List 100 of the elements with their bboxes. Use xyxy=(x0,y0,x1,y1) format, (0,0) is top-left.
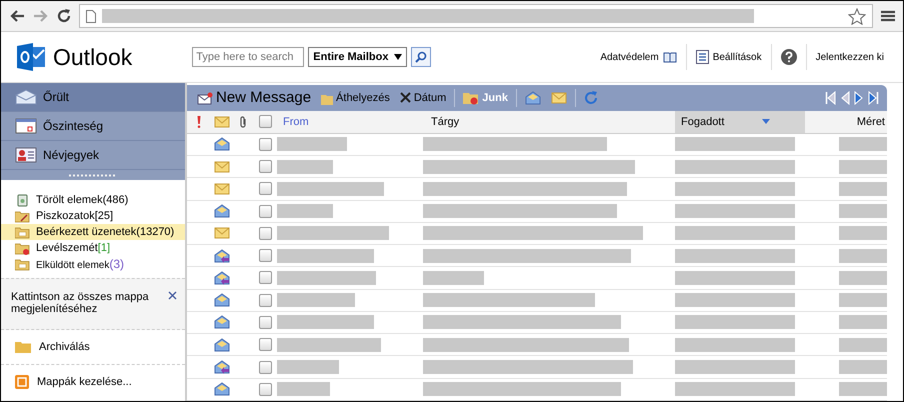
envelope-icon xyxy=(214,182,230,196)
close-icon[interactable] xyxy=(168,291,177,300)
row-checkbox[interactable] xyxy=(258,182,272,196)
app-title: Outlook xyxy=(53,44,132,70)
row-checkbox[interactable] xyxy=(258,204,272,218)
new-message-button[interactable]: New Message xyxy=(195,89,314,106)
envelope-icon xyxy=(214,160,230,174)
folder-blocked-icon xyxy=(463,90,480,105)
envelope-icon xyxy=(550,90,567,105)
scope-dropdown[interactable]: Entire Mailbox xyxy=(308,47,408,67)
archive-item[interactable]: Archiválás xyxy=(1,330,185,365)
redacted-text xyxy=(839,248,887,263)
row-checkbox[interactable] xyxy=(258,294,272,307)
row-checkbox[interactable] xyxy=(258,338,272,352)
row-checkbox[interactable] xyxy=(258,138,272,151)
show-all-folders-link[interactable]: Kattintson az összes mappa megjelenítéséhez xyxy=(11,291,164,315)
column-label: Méret xyxy=(856,116,885,128)
search-field[interactable]: Type here to search xyxy=(192,47,304,67)
folder-name: Levélszemét[1] xyxy=(36,242,110,254)
importance-icon[interactable] xyxy=(197,116,201,128)
mark-read-button[interactable] xyxy=(522,90,543,105)
folder-name: Elküldött elemek(3) xyxy=(36,257,124,271)
caret-icon xyxy=(394,54,402,60)
folder-name: Beérkezett üzenetek(13270) xyxy=(36,226,174,238)
header-link[interactable]: Adatvédelem xyxy=(591,44,686,70)
folder-item[interactable]: Beérkezett üzenetek(13270) xyxy=(1,224,185,240)
row-checkbox[interactable] xyxy=(258,316,272,329)
column-header[interactable]: Tárgy xyxy=(423,110,675,133)
redacted-text xyxy=(277,137,347,152)
column-header[interactable]: Fogadott xyxy=(675,110,805,133)
open-envelope-icon xyxy=(214,338,230,352)
envelope-icon xyxy=(214,114,230,129)
forward-arrow-icon[interactable] xyxy=(33,9,49,23)
header-link-label: Adatvédelem xyxy=(600,52,659,62)
manage-folders-item[interactable]: Mappák kezelése... xyxy=(1,365,185,399)
folder-icon xyxy=(15,341,31,353)
star-icon[interactable] xyxy=(848,8,866,24)
header-link[interactable]: Beállítások xyxy=(686,44,771,70)
column-header[interactable]: From xyxy=(277,110,423,133)
open-envelope-icon xyxy=(214,293,230,308)
folders-grid-icon xyxy=(15,375,29,389)
folder-count: (13270) xyxy=(136,226,174,238)
redacted-text xyxy=(839,160,887,174)
row-checkbox[interactable] xyxy=(258,160,272,174)
paperclip-icon[interactable] xyxy=(239,116,247,128)
open-envelope-arrow-icon xyxy=(214,360,230,374)
outlook-logo-icon xyxy=(17,43,47,71)
folder-envelope-icon xyxy=(15,258,30,270)
open-envelope-icon xyxy=(214,204,230,218)
open-envelope-icon xyxy=(524,90,541,105)
open-envelope-arrow-icon xyxy=(214,248,230,263)
folder-item[interactable]: Piszkozatok[25] xyxy=(1,208,185,224)
folder-item[interactable]: Törölt elemek(486) xyxy=(1,192,185,208)
folder-name: Törölt elemek(486) xyxy=(36,194,128,206)
folder-item[interactable]: Elküldött elemek(3) xyxy=(1,256,185,272)
redacted-text xyxy=(839,270,887,285)
mark-unread-button[interactable] xyxy=(548,90,569,105)
help-icon[interactable] xyxy=(780,49,797,65)
nav-label: Őszinteség xyxy=(43,119,104,133)
redacted-text xyxy=(839,226,887,240)
header-link[interactable]: Jelentkezzen ki xyxy=(806,44,893,70)
first-page-icon[interactable] xyxy=(825,90,837,105)
row-checkbox[interactable] xyxy=(258,382,272,396)
last-page-icon[interactable] xyxy=(867,90,879,105)
folder-envelope-icon xyxy=(15,226,30,238)
trash-can-icon xyxy=(15,194,30,206)
select-all-checkbox[interactable] xyxy=(258,115,272,128)
row-checkbox[interactable] xyxy=(258,271,272,284)
redacted-text xyxy=(277,204,333,218)
redacted-text xyxy=(839,204,887,218)
redacted-text xyxy=(277,382,330,396)
move-button[interactable]: Áthelyezés xyxy=(319,90,392,105)
search-button[interactable] xyxy=(411,47,432,67)
row-checkbox[interactable] xyxy=(258,249,272,262)
nav-item[interactable]: Névjegyek xyxy=(1,141,185,170)
redacted-text xyxy=(423,270,484,285)
redacted-text xyxy=(277,160,333,174)
redacted-text xyxy=(839,382,887,396)
grip-icon[interactable] xyxy=(69,174,117,176)
manage-folders-label: Mappák kezelése... xyxy=(37,376,132,388)
nav-item[interactable]: Őszinteség xyxy=(1,112,185,141)
envelope-icon xyxy=(15,89,37,105)
next-page-icon[interactable] xyxy=(853,90,865,105)
redacted-text xyxy=(839,338,887,352)
reload-icon[interactable] xyxy=(57,9,71,23)
row-checkbox[interactable] xyxy=(258,360,272,374)
redacted-text xyxy=(839,315,887,330)
menu-icon[interactable] xyxy=(881,10,895,22)
folder-name: Piszkozatok[25] xyxy=(36,210,114,222)
row-checkbox[interactable] xyxy=(258,226,272,240)
new-envelope-icon xyxy=(197,90,213,105)
open-envelope-arrow-icon xyxy=(214,270,230,285)
folder-count: [1] xyxy=(98,242,110,254)
prev-page-icon[interactable] xyxy=(839,90,851,105)
folder-item[interactable]: Levélszemét[1] xyxy=(1,240,185,256)
nav-item[interactable]: Őrült xyxy=(1,83,185,112)
delete-date-button[interactable]: Dátum xyxy=(398,92,448,104)
page-icon xyxy=(86,10,96,22)
column-header[interactable]: Méret xyxy=(805,110,887,133)
back-arrow-icon[interactable] xyxy=(9,9,25,23)
